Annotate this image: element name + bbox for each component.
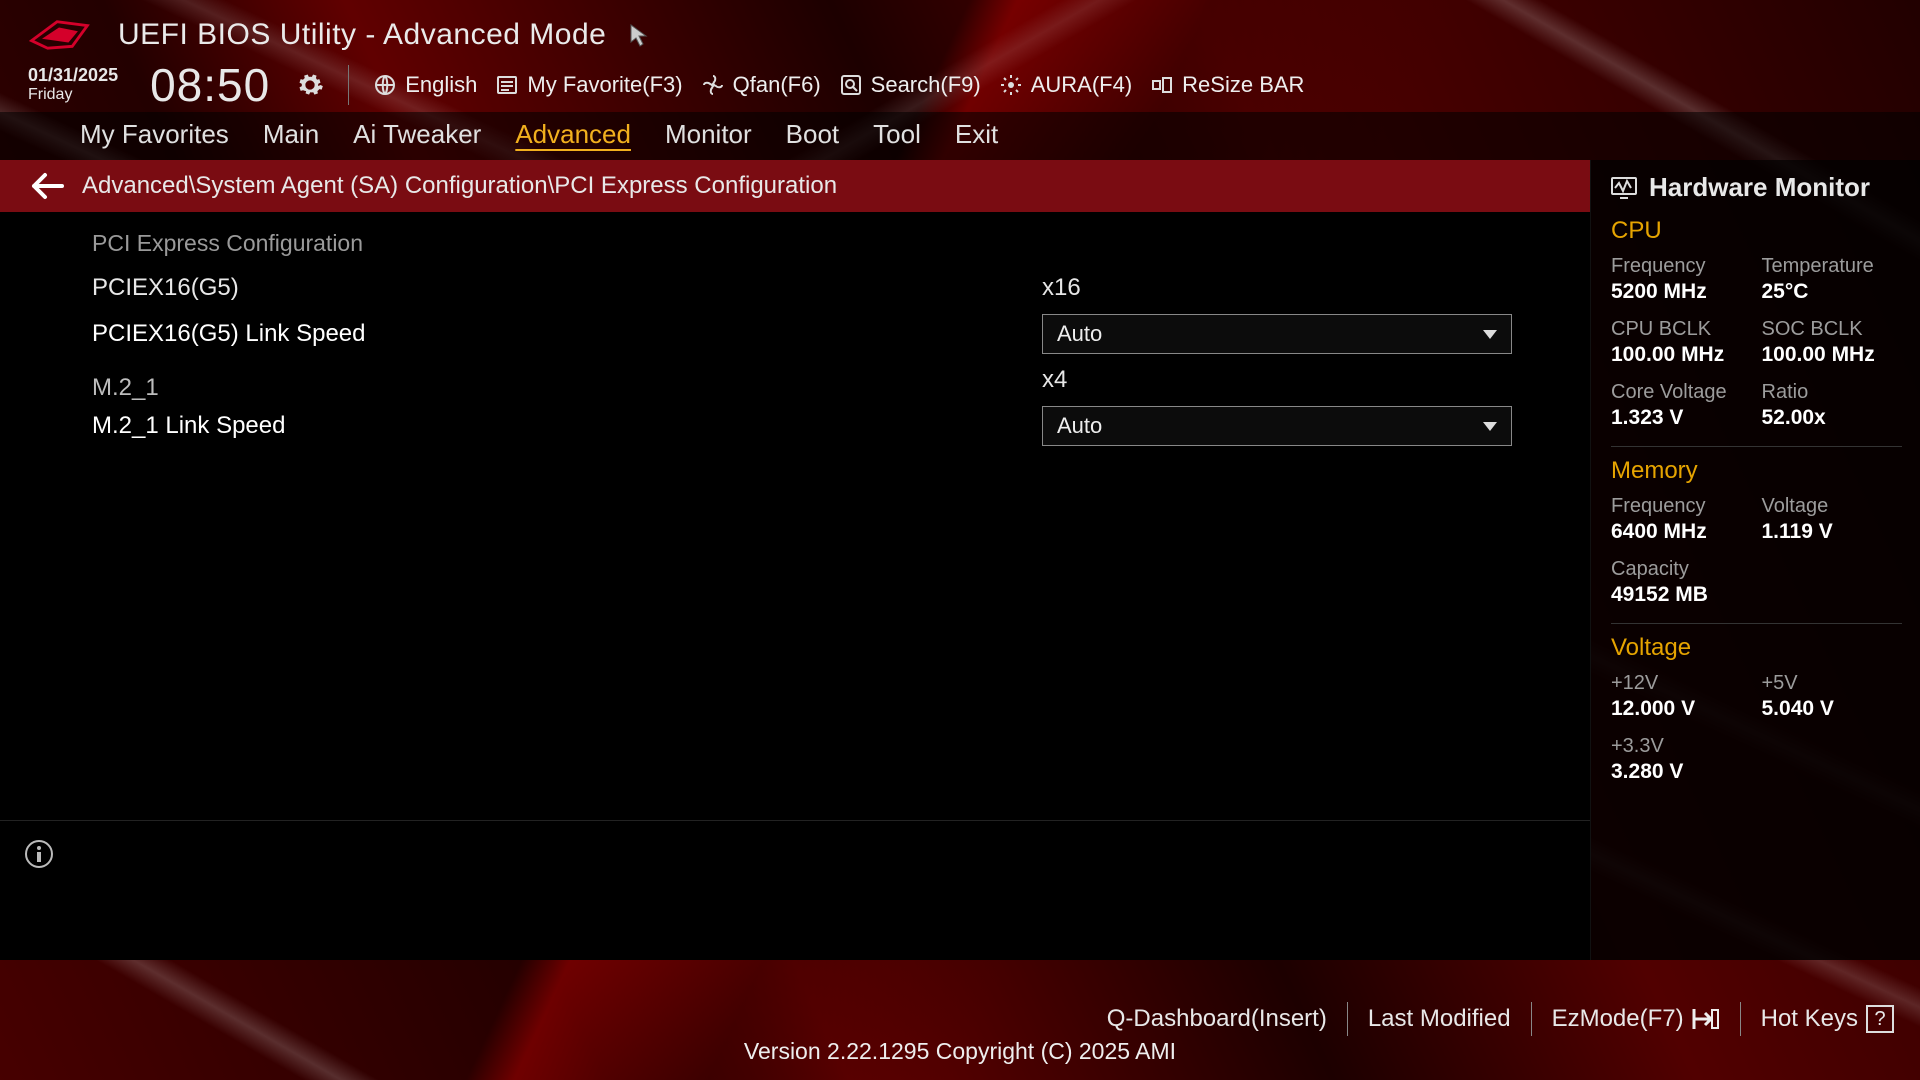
search-button[interactable]: Search(F9): [839, 72, 981, 98]
stat-value: 100.00 MHz: [1611, 343, 1752, 367]
tab-advanced[interactable]: Advanced: [515, 119, 631, 160]
fan-icon: [701, 73, 725, 97]
stat-value: 1.119 V: [1762, 520, 1903, 544]
datetime: 01/31/2025 Friday: [28, 66, 118, 103]
memory-heading: Memory: [1611, 457, 1902, 485]
search-icon: [839, 73, 863, 97]
language-button[interactable]: English: [373, 72, 477, 98]
tab-tool[interactable]: Tool: [873, 119, 921, 160]
hardware-monitor-title: Hardware Monitor: [1611, 172, 1902, 203]
setting-select[interactable]: Auto: [1042, 314, 1512, 354]
stat-label: Temperature: [1762, 255, 1903, 278]
my-favorite-button[interactable]: My Favorite(F3): [495, 72, 682, 98]
help-key-icon: ?: [1866, 1005, 1894, 1033]
setting-label: PCIEX16(G5) Link Speed: [92, 320, 1042, 348]
stat-label: Frequency: [1611, 255, 1752, 278]
main-tabs: My Favorites Main Ai Tweaker Advanced Monito…: [0, 112, 1920, 160]
qfan-button[interactable]: Qfan(F6): [701, 72, 821, 98]
breadcrumb: Advanced\System Agent (SA) Configuration…: [0, 160, 1590, 212]
tab-my-favorites[interactable]: My Favorites: [80, 119, 229, 160]
stat-label: Voltage: [1762, 495, 1903, 518]
stat-value: 5.040 V: [1762, 697, 1903, 721]
stat-value: 12.000 V: [1611, 697, 1752, 721]
info-icon: [24, 839, 54, 869]
stat-value: 25°C: [1762, 280, 1903, 304]
stat-label: +3.3V: [1611, 735, 1752, 758]
list-icon: [495, 73, 519, 97]
resize-bar-icon: [1150, 73, 1174, 97]
chevron-down-icon: [1483, 330, 1497, 339]
section-title: PCI Express Configuration: [92, 230, 1550, 257]
hot-keys-button[interactable]: Hot Keys ?: [1761, 1005, 1894, 1033]
aura-button[interactable]: AURA(F4): [999, 72, 1132, 98]
stat-value: 1.323 V: [1611, 406, 1752, 430]
stat-value: 52.00x: [1762, 406, 1903, 430]
stat-label: +5V: [1762, 672, 1903, 695]
q-dashboard-button[interactable]: Q-Dashboard(Insert): [1107, 1005, 1327, 1033]
tab-ai-tweaker[interactable]: Ai Tweaker: [353, 119, 481, 160]
stat-label: Capacity: [1611, 558, 1752, 581]
globe-icon: [373, 73, 397, 97]
stat-label: +12V: [1611, 672, 1752, 695]
stat-label: Ratio: [1762, 381, 1903, 404]
rog-logo-icon: [28, 18, 90, 52]
setting-label: M.2_1: [92, 374, 1042, 402]
setting-label: M.2_1 Link Speed: [92, 412, 1042, 440]
stat-value: 100.00 MHz: [1762, 343, 1903, 367]
setting-select[interactable]: Auto: [1042, 406, 1512, 446]
setting-value: x4: [1042, 366, 1067, 394]
clock: 08:50: [150, 58, 270, 112]
last-modified-button[interactable]: Last Modified: [1368, 1005, 1511, 1033]
stat-value: 3.280 V: [1611, 760, 1752, 784]
stat-value: 49152 MB: [1611, 583, 1752, 607]
mouse-cursor-icon: [630, 24, 648, 48]
aura-icon: [999, 73, 1023, 97]
stat-label: Frequency: [1611, 495, 1752, 518]
stat-value: 6400 MHz: [1611, 520, 1752, 544]
setting-label: PCIEX16(G5): [92, 274, 1042, 302]
tab-monitor[interactable]: Monitor: [665, 119, 752, 160]
exit-icon: [1692, 1007, 1720, 1031]
stat-label: Core Voltage: [1611, 381, 1752, 404]
page-title: UEFI BIOS Utility - Advanced Mode: [118, 18, 606, 52]
cpu-heading: CPU: [1611, 217, 1902, 245]
stat-value: 5200 MHz: [1611, 280, 1752, 304]
ezmode-button[interactable]: EzMode(F7): [1552, 1005, 1720, 1033]
tab-main[interactable]: Main: [263, 119, 319, 160]
tab-exit[interactable]: Exit: [955, 119, 998, 160]
chevron-down-icon: [1483, 422, 1497, 431]
stat-label: SOC BCLK: [1762, 318, 1903, 341]
voltage-heading: Voltage: [1611, 634, 1902, 662]
gear-icon[interactable]: [296, 71, 324, 99]
monitor-icon: [1611, 177, 1637, 199]
tab-boot[interactable]: Boot: [786, 119, 840, 160]
resize-bar-button[interactable]: ReSize BAR: [1150, 72, 1304, 98]
stat-label: CPU BCLK: [1611, 318, 1752, 341]
setting-value: x16: [1042, 274, 1081, 302]
version-text: Version 2.22.1295 Copyright (C) 2025 AMI: [744, 1038, 1176, 1065]
back-arrow-icon[interactable]: [30, 172, 64, 200]
